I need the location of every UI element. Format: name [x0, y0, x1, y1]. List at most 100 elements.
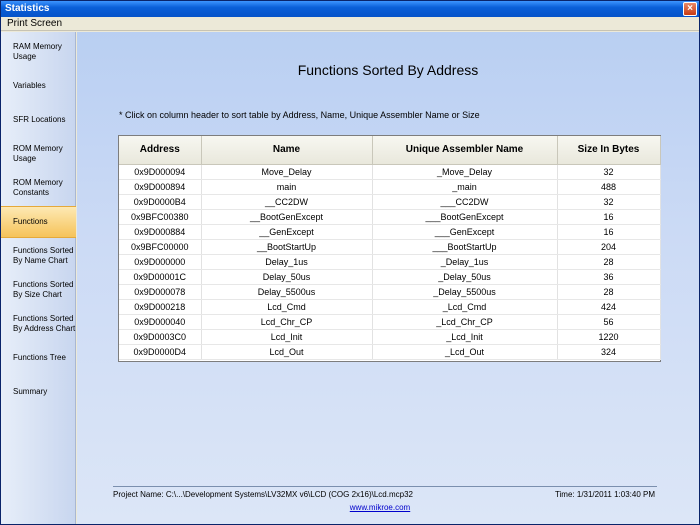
table-row[interactable]: 0x9D000894 main _main 488 — [119, 179, 661, 195]
table-row[interactable]: 0x9D000040 Lcd_Chr_CP _Lcd_Chr_CP 56 — [119, 314, 661, 330]
sidebar-item-label: ROM Memory Constants — [13, 178, 63, 197]
window-title: Statistics — [5, 3, 50, 14]
sidebar-item-functions-sorted-by-address-chart[interactable]: Functions Sorted By Address Chart — [1, 308, 76, 340]
table-cell: 0x9D0003C0 — [119, 329, 202, 345]
table-cell: 0x9D000218 — [119, 299, 202, 315]
sidebar-item-label: ROM Memory Usage — [13, 144, 63, 163]
footer-divider — [113, 486, 657, 487]
table-cell: main — [201, 179, 373, 195]
column-header-size-in-bytes[interactable]: Size In Bytes — [557, 136, 661, 165]
table-cell: _Delay_5500us — [372, 284, 558, 300]
menu-bar: Print Screen — [1, 17, 699, 31]
table-cell: __CC2DW — [201, 194, 373, 210]
table-row[interactable]: 0x9D000094 Move_Delay _Move_Delay 32 — [119, 164, 661, 180]
table-row[interactable]: 0x9BFC00000 __BootStartUp ___BootStartUp 20… — [119, 239, 661, 255]
sidebar-item-variables[interactable]: Variables — [1, 70, 76, 102]
sidebar: RAM Memory Usage Variables SFR Locations RO… — [1, 32, 76, 524]
sidebar-item-summary[interactable]: Summary — [1, 376, 76, 408]
sidebar-item-label: Functions Sorted By Size Chart — [13, 280, 74, 299]
sort-hint: * Click on column header to sort table b… — [119, 110, 480, 120]
column-header-unique-assembler-name[interactable]: Unique Assembler Name — [372, 136, 558, 165]
table-cell: 32 — [557, 194, 661, 210]
table-row[interactable]: 0x9BFC00380 __BootGenExcept ___BootGenExce… — [119, 209, 661, 225]
table-cell: 0x9BFC00000 — [119, 239, 202, 255]
table-cell: ___CC2DW — [372, 194, 558, 210]
table-cell: Move_Delay — [201, 164, 373, 180]
timestamp: Time: 1/31/2011 1:03:40 PM — [554, 490, 655, 499]
table-row[interactable]: 0x9D00001C Delay_50us _Delay_50us 36 — [119, 269, 661, 285]
table-cell: _Lcd_Out — [372, 344, 558, 360]
table-row[interactable]: 0x9D000000 Delay_1us _Delay_1us 28 — [119, 254, 661, 270]
table-body: 0x9D000094 Move_Delay _Move_Delay 32 0x9D000… — [119, 164, 661, 360]
table-header-row: Address Name Unique Assembler Name Size In … — [119, 136, 661, 165]
functions-table: Address Name Unique Assembler Name Size In … — [118, 135, 661, 362]
table-cell: ___GenExcept — [372, 224, 558, 240]
table-cell: 0x9D000894 — [119, 179, 202, 195]
sidebar-item-label: Functions — [13, 217, 48, 226]
table-cell: 0x9BFC00380 — [119, 209, 202, 225]
table-cell: _Lcd_Init — [372, 329, 558, 345]
table-cell: _main — [372, 179, 558, 195]
table-cell: Lcd_Chr_CP — [201, 314, 373, 330]
sidebar-item-rom-memory-constants[interactable]: ROM Memory Constants — [1, 172, 76, 204]
table-cell: 28 — [557, 284, 661, 300]
table-cell: Lcd_Cmd — [201, 299, 373, 315]
table-cell: 16 — [557, 224, 661, 240]
table-cell: Delay_1us — [201, 254, 373, 270]
sidebar-item-label: RAM Memory Usage — [13, 42, 62, 61]
table-cell: _Delay_1us — [372, 254, 558, 270]
sidebar-item-ram-memory-usage[interactable]: RAM Memory Usage — [1, 36, 76, 68]
table-cell: 16 — [557, 209, 661, 225]
table-cell: 0x9D000000 — [119, 254, 202, 270]
table-row[interactable]: 0x9D000884 __GenExcept ___GenExcept 16 — [119, 224, 661, 240]
project-name: Project Name: C:\...\Development Systems… — [113, 490, 413, 499]
table-row[interactable]: 0x9D0000D4 Lcd_Out _Lcd_Out 324 — [119, 344, 661, 360]
menu-print-screen[interactable]: Print Screen — [7, 18, 62, 29]
column-header-name[interactable]: Name — [201, 136, 373, 165]
table-cell: ___BootGenExcept — [372, 209, 558, 225]
table-cell: 324 — [557, 344, 661, 360]
table-row[interactable]: 0x9D000218 Lcd_Cmd _Lcd_Cmd 424 — [119, 299, 661, 315]
sidebar-item-label: Functions Sorted By Name Chart — [13, 246, 74, 265]
table-cell: 0x9D000884 — [119, 224, 202, 240]
mikroe-link[interactable]: www.mikroe.com — [77, 503, 683, 512]
table-cell: 424 — [557, 299, 661, 315]
page-title: Functions Sorted By Address — [297, 62, 479, 78]
table-cell: Lcd_Out — [201, 344, 373, 360]
sidebar-item-functions[interactable]: Functions — [1, 206, 76, 238]
sidebar-item-label: Functions Tree — [13, 353, 66, 362]
table-cell: Delay_50us — [201, 269, 373, 285]
table-cell: 0x9D000040 — [119, 314, 202, 330]
title-bar: Statistics × — [1, 1, 699, 17]
table-cell: 36 — [557, 269, 661, 285]
table-cell: Delay_5500us — [201, 284, 373, 300]
table-cell: 488 — [557, 179, 661, 195]
close-button[interactable]: × — [683, 2, 697, 16]
table-row[interactable]: 0x9D000078 Delay_5500us _Delay_5500us 28 — [119, 284, 661, 300]
table-cell: ___BootStartUp — [372, 239, 558, 255]
table-cell: 1220 — [557, 329, 661, 345]
table-cell: 204 — [557, 239, 661, 255]
table-cell: 28 — [557, 254, 661, 270]
sidebar-item-label: SFR Locations — [13, 115, 66, 124]
column-header-address[interactable]: Address — [119, 136, 202, 165]
sidebar-item-label: Functions Sorted By Address Chart — [13, 314, 76, 333]
table-cell: 0x9D000078 — [119, 284, 202, 300]
table-cell: _Lcd_Cmd — [372, 299, 558, 315]
table-cell: _Move_Delay — [372, 164, 558, 180]
main-content: Functions Sorted By Address * Click on c… — [77, 32, 699, 524]
sidebar-item-sfr-locations[interactable]: SFR Locations — [1, 104, 76, 136]
sidebar-item-rom-memory-usage[interactable]: ROM Memory Usage — [1, 138, 76, 170]
table-cell: _Delay_50us — [372, 269, 558, 285]
table-cell: __BootGenExcept — [201, 209, 373, 225]
sidebar-item-functions-sorted-by-size-chart[interactable]: Functions Sorted By Size Chart — [1, 274, 76, 306]
table-row[interactable]: 0x9D0003C0 Lcd_Init _Lcd_Init 1220 — [119, 329, 661, 345]
statistics-window: Statistics × Print Screen RAM Memory Usa… — [0, 0, 700, 525]
table-cell: 0x9D000094 — [119, 164, 202, 180]
sidebar-item-label: Summary — [13, 387, 48, 396]
table-row[interactable]: 0x9D0000B4 __CC2DW ___CC2DW 32 — [119, 194, 661, 210]
sidebar-item-functions-sorted-by-name-chart[interactable]: Functions Sorted By Name Chart — [1, 240, 76, 272]
table-cell: 0x9D0000D4 — [119, 344, 202, 360]
sidebar-item-label: Variables — [13, 81, 46, 90]
sidebar-item-functions-tree[interactable]: Functions Tree — [1, 342, 76, 374]
